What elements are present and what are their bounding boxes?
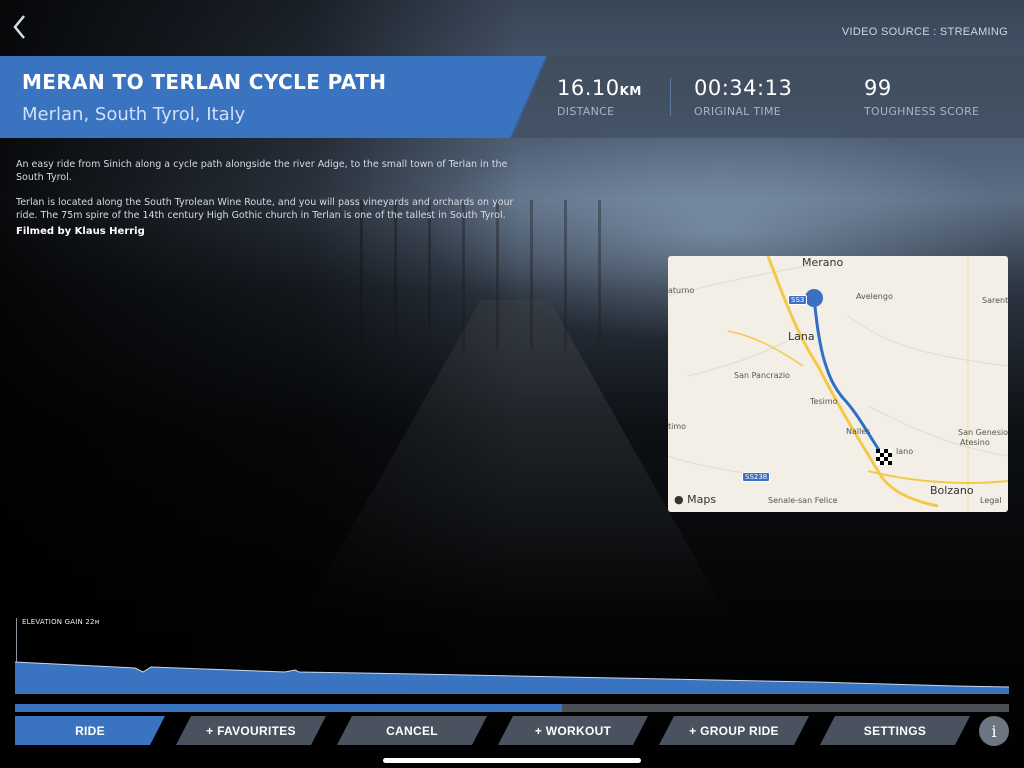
tab-favourites[interactable]: + FAVOURITES [176, 716, 326, 745]
map-label-tesimo: Tesimo [810, 397, 838, 406]
map-shield-ss238: SS238 [742, 472, 771, 482]
elevation-gain-text: ELEVATION GAIN 22 [22, 618, 95, 626]
map-label-leifers: Legal [980, 496, 1002, 505]
description-paragraph-2: Terlan is located along the South Tyrole… [16, 197, 514, 221]
map-label-bolzano: Bolzano [930, 484, 974, 497]
maps-attribution-text: Maps [687, 493, 717, 506]
map-label-atesino: Atesino [960, 438, 990, 447]
map-label-lana: Lana [788, 330, 815, 343]
route-title: MERAN TO TERLAN CYCLE PATH [22, 70, 387, 94]
title-banner [0, 56, 548, 138]
bottom-tab-bar: RIDE + FAVOURITES CANCEL + WORKOUT + GRO… [15, 716, 975, 746]
tab-ride[interactable]: RIDE [15, 716, 165, 745]
start-marker [805, 289, 823, 307]
stat-distance: 16.10KM DISTANCE [557, 76, 642, 118]
tab-cancel[interactable]: CANCEL [337, 716, 487, 745]
stat-distance-label: DISTANCE [557, 105, 615, 118]
info-icon: i [991, 721, 997, 741]
apple-logo-icon: ● [674, 493, 684, 506]
back-button[interactable] [10, 12, 34, 42]
stat-distance-value: 16.10KM [557, 76, 642, 100]
stat-divider [670, 78, 671, 116]
ride-progress-fill [15, 704, 562, 712]
info-button[interactable]: i [979, 716, 1009, 746]
stat-time-value: 00:34:13 [694, 76, 793, 100]
filmed-by: Filmed by Klaus Herrig [16, 226, 145, 237]
ride-progress-bar[interactable] [15, 704, 1009, 712]
stat-toughness-value: 99 [864, 76, 892, 100]
stat-toughness: 99 TOUGHNESS SCORE [864, 76, 979, 118]
distance-number: 16.10 [557, 76, 620, 100]
map-shield-ss38: SS3 [788, 295, 808, 305]
map-label-san-genesio: San Genesio [958, 428, 1008, 437]
map-label-terlano: lano [896, 447, 914, 456]
finish-flag-icon [876, 449, 892, 465]
tab-settings[interactable]: SETTINGS [820, 716, 970, 745]
chevron-left-icon [13, 15, 25, 39]
map-label-sarentino: Sarent [982, 296, 1008, 305]
stat-original-time: 00:34:13 ORIGINAL TIME [694, 76, 792, 118]
map-label-merano: Merano [802, 256, 844, 269]
stat-toughness-label: TOUGHNESS SCORE [864, 105, 980, 118]
map-label-naturno: aturno [668, 286, 695, 295]
route-location: Merlan, South Tyrol, Italy [22, 104, 246, 125]
tab-group-ride[interactable]: + GROUP RIDE [659, 716, 809, 745]
elevation-area [15, 662, 1009, 694]
elevation-gain-label: ELEVATION GAIN 22M [22, 618, 100, 626]
elevation-profile [15, 661, 1009, 694]
map-label-avelengo: Avelengo [856, 292, 893, 301]
route-map[interactable]: Merano aturno SS3 Avelengo Sarent Lana S… [668, 256, 1008, 512]
map-label-senale: Senale-san Felice [768, 496, 838, 505]
distance-unit: KM [619, 84, 642, 98]
tab-workout[interactable]: + WORKOUT [498, 716, 648, 745]
description-paragraph-1: An easy ride from Sinich along a cycle p… [16, 159, 508, 183]
map-label-san-pancrazio: San Pancrazio [734, 371, 790, 380]
stat-time-label: ORIGINAL TIME [694, 105, 781, 118]
maps-attribution: ● Maps [674, 493, 716, 506]
map-label-timo: timo [668, 422, 687, 431]
map-canvas [668, 256, 1008, 512]
route-description: An easy ride from Sinich along a cycle p… [16, 158, 516, 238]
video-source-label: VIDEO SOURCE : STREAMING [841, 26, 1008, 38]
map-label-nalles: Nalles [846, 427, 871, 436]
home-indicator[interactable] [383, 758, 641, 763]
elevation-gain-unit: M [94, 620, 100, 626]
